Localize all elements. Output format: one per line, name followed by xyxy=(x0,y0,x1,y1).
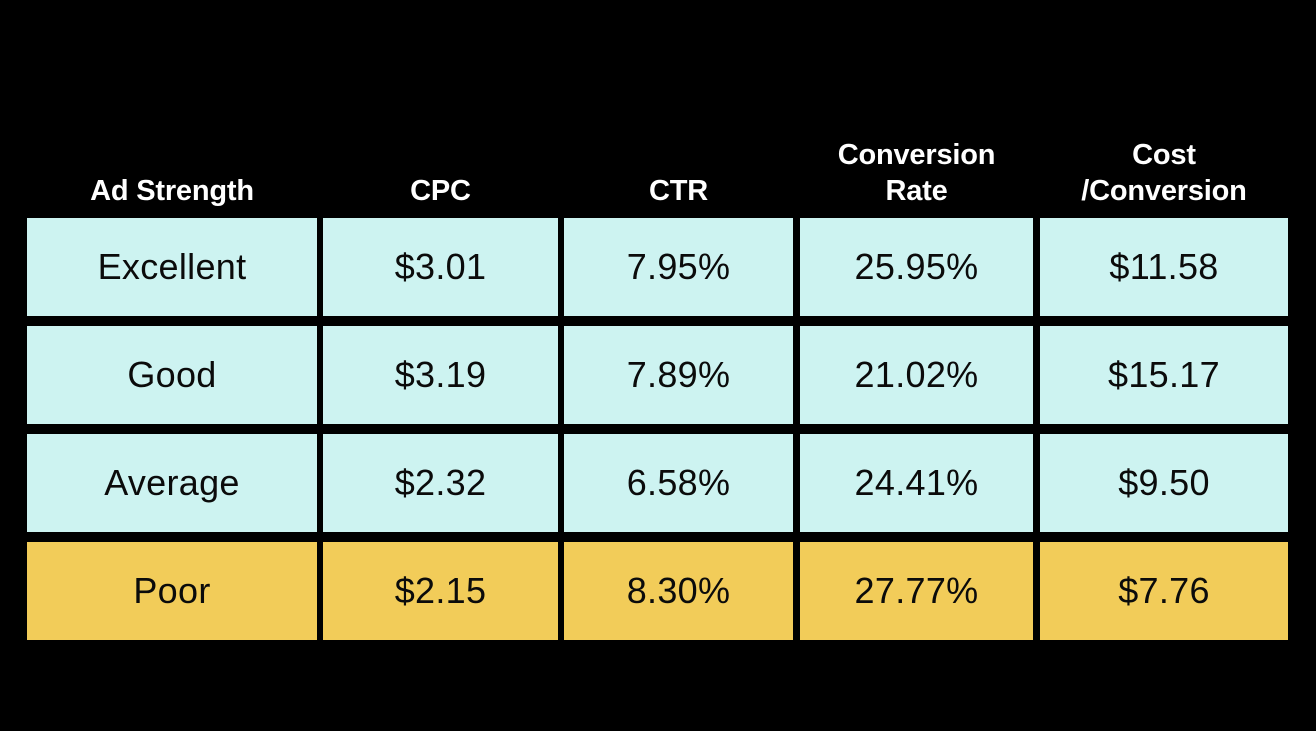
cell-conversion-rate: 24.41% xyxy=(800,434,1033,532)
cell-conversion-rate: 21.02% xyxy=(800,326,1033,424)
cell-cpc: $2.15 xyxy=(323,542,558,640)
cell-cpc: $3.19 xyxy=(323,326,558,424)
table-row[interactable]: Average $2.32 6.58% 24.41% $9.50 xyxy=(27,434,1288,532)
row-divider xyxy=(27,532,1288,542)
table-row[interactable]: Good $3.19 7.89% 21.02% $15.17 xyxy=(27,326,1288,424)
column-header-cost-per-conversion: Cost /Conversion xyxy=(1040,112,1288,218)
cell-ad-strength: Excellent xyxy=(27,218,317,316)
column-divider xyxy=(1033,112,1040,218)
cell-cost-per-conversion: $9.50 xyxy=(1040,434,1288,532)
row-divider xyxy=(27,316,1288,326)
cell-ctr: 6.58% xyxy=(564,434,793,532)
column-divider xyxy=(1033,434,1040,532)
column-header-line: /Conversion xyxy=(1081,175,1247,208)
column-header-line: Cost xyxy=(1132,139,1196,172)
column-divider xyxy=(793,218,800,316)
table-row[interactable]: Excellent $3.01 7.95% 25.95% $11.58 xyxy=(27,218,1288,316)
cell-conversion-rate: 25.95% xyxy=(800,218,1033,316)
column-divider xyxy=(793,326,800,424)
column-header-line: Ad Strength xyxy=(90,175,254,208)
column-header-ctr: CTR xyxy=(564,112,793,218)
row-divider xyxy=(27,424,1288,434)
table-figure: Ad Strength CPC CTR Conversion Rate Cost… xyxy=(0,0,1316,731)
cell-cost-per-conversion: $7.76 xyxy=(1040,542,1288,640)
column-divider xyxy=(793,112,800,218)
cell-cpc: $3.01 xyxy=(323,218,558,316)
table-row-highlighted[interactable]: Poor $2.15 8.30% 27.77% $7.76 xyxy=(27,542,1288,640)
cell-ctr: 7.89% xyxy=(564,326,793,424)
column-header-cpc: CPC xyxy=(323,112,558,218)
column-divider xyxy=(1033,542,1040,640)
column-header-line: Conversion xyxy=(837,139,996,172)
column-header-line: Rate xyxy=(885,175,948,208)
column-divider xyxy=(1033,326,1040,424)
cell-cpc: $2.32 xyxy=(323,434,558,532)
column-divider xyxy=(793,542,800,640)
cell-ad-strength: Poor xyxy=(27,542,317,640)
column-divider xyxy=(793,434,800,532)
column-divider xyxy=(1033,218,1040,316)
metrics-table: Ad Strength CPC CTR Conversion Rate Cost… xyxy=(27,112,1288,640)
column-header-line: CPC xyxy=(410,175,471,208)
column-header-conversion-rate: Conversion Rate xyxy=(800,112,1033,218)
cell-ctr: 8.30% xyxy=(564,542,793,640)
cell-cost-per-conversion: $11.58 xyxy=(1040,218,1288,316)
cell-cost-per-conversion: $15.17 xyxy=(1040,326,1288,424)
cell-conversion-rate: 27.77% xyxy=(800,542,1033,640)
cell-ctr: 7.95% xyxy=(564,218,793,316)
column-header-line: CTR xyxy=(648,175,708,208)
cell-ad-strength: Good xyxy=(27,326,317,424)
table-header-row: Ad Strength CPC CTR Conversion Rate Cost… xyxy=(27,112,1288,218)
column-header-ad-strength: Ad Strength xyxy=(27,112,317,218)
cell-ad-strength: Average xyxy=(27,434,317,532)
